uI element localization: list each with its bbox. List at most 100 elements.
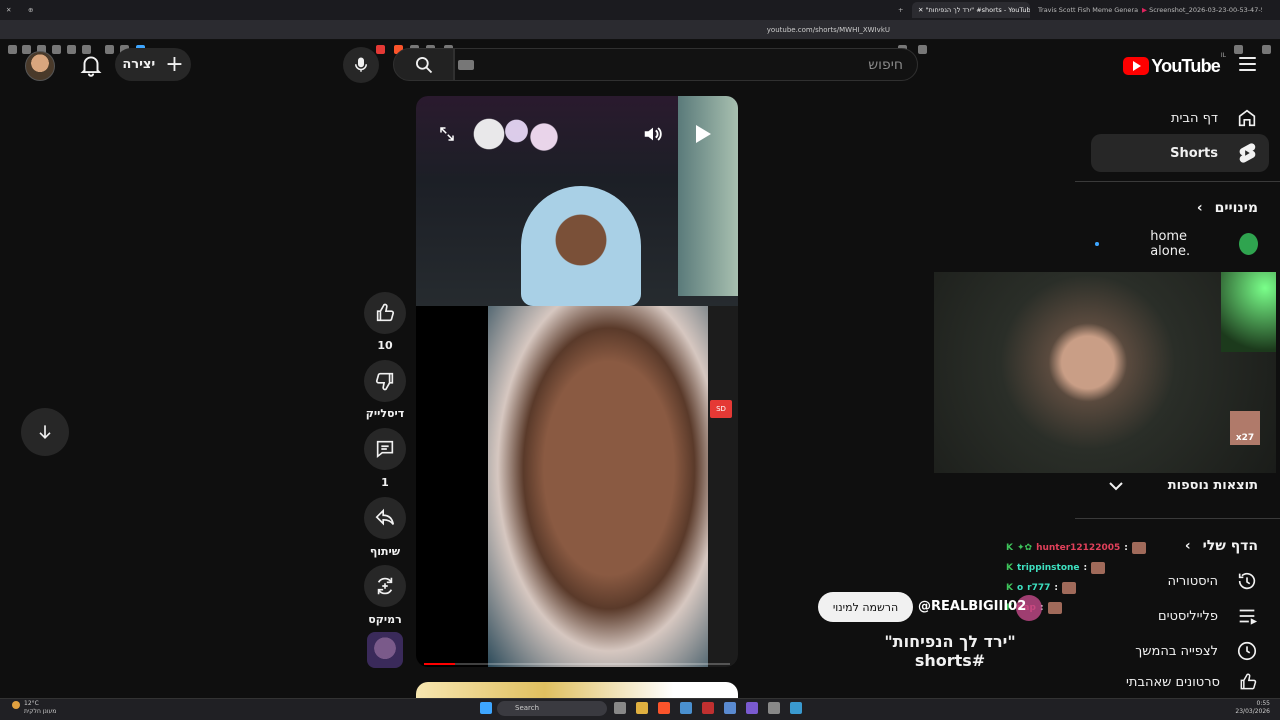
tab-screenshot[interactable]: ▶ Screenshot_2026-03-23-00-53-47-5 bbox=[1142, 2, 1262, 18]
volume-icon[interactable] bbox=[640, 121, 666, 147]
you-heading[interactable]: ‹ הדף שלי bbox=[1185, 538, 1258, 554]
reload-icon[interactable] bbox=[1234, 45, 1243, 54]
sidebar-item-label: Shorts bbox=[1170, 145, 1218, 161]
close-window-icon[interactable]: ✕ bbox=[6, 2, 16, 18]
taskbar-search[interactable]: Search bbox=[497, 701, 607, 716]
chat-username: trippinstone bbox=[1016, 563, 1080, 573]
tab-meme-generator[interactable]: Travis Scott Fish Meme Generator - I bbox=[1038, 2, 1138, 18]
profile-icon[interactable] bbox=[1262, 45, 1271, 54]
sidebar-item-liked-videos[interactable]: סרטונים שאהבתי bbox=[1095, 667, 1280, 697]
kick-icon: K bbox=[1006, 583, 1013, 593]
account-avatar[interactable] bbox=[25, 51, 55, 81]
settings-icon[interactable] bbox=[768, 702, 780, 714]
remix-button[interactable] bbox=[364, 565, 406, 607]
sound-thumbnail[interactable] bbox=[367, 632, 403, 668]
record-badge: SD bbox=[710, 400, 732, 418]
more-results-toggle[interactable]: תוצאות נוספות bbox=[1109, 478, 1258, 493]
task-view-icon[interactable] bbox=[614, 702, 626, 714]
channel-name[interactable]: @REALBIGIII02 bbox=[918, 599, 1026, 614]
tab-close-icon[interactable]: ✕ bbox=[918, 6, 926, 14]
wallet-icon[interactable] bbox=[105, 45, 114, 54]
start-menu-icon[interactable] bbox=[480, 702, 492, 714]
search-icon bbox=[415, 56, 432, 73]
file-explorer-icon[interactable] bbox=[636, 702, 648, 714]
app-icon[interactable] bbox=[724, 702, 736, 714]
clock-date: 23/03/2026 bbox=[1235, 708, 1270, 715]
clock-icon bbox=[1237, 641, 1257, 661]
sidebar-item-shorts[interactable]: Shorts bbox=[1091, 134, 1269, 172]
sidebar-item-label: לצפייה בהמשך bbox=[1135, 643, 1218, 659]
subscription-item[interactable]: home alone. bbox=[1095, 225, 1280, 263]
clock-time: 0:55 bbox=[1256, 700, 1270, 707]
dislike-button[interactable] bbox=[364, 360, 406, 402]
weather-widget[interactable]: 12°C מעונן חלקית bbox=[10, 700, 56, 716]
url-field[interactable]: youtube.com/shorts/MWHI_XWIvkU bbox=[640, 24, 890, 36]
sidebar-toggle-icon[interactable] bbox=[8, 45, 17, 54]
create-label: יצירה bbox=[122, 57, 156, 72]
tab-title: "ירד לך הנפיחות" #shorts - YouTube bbox=[925, 6, 1030, 14]
sidebar-item-home[interactable]: דף הבית bbox=[1095, 99, 1280, 137]
comment-count: 1 bbox=[381, 476, 389, 489]
reader-icon[interactable] bbox=[67, 45, 76, 54]
system-clock[interactable]: 0:55 23/03/2026 bbox=[1235, 700, 1270, 716]
app-icon[interactable] bbox=[702, 702, 714, 714]
tab-youtube-short[interactable]: ✕ "ירד לך הנפיחות" #shorts - YouTube bbox=[912, 2, 1030, 18]
comments-button[interactable] bbox=[364, 428, 406, 470]
shield-icon[interactable] bbox=[22, 45, 31, 54]
video-title: "ירד לך הנפיחות" #shorts bbox=[884, 632, 1016, 670]
video-progress-bar[interactable] bbox=[424, 663, 730, 665]
search-placeholder: חיפוש bbox=[868, 57, 903, 73]
dislike-label: דיסלייק bbox=[365, 407, 405, 420]
keyboard-icon[interactable] bbox=[458, 60, 474, 70]
video-side-toolbar bbox=[708, 306, 738, 667]
youtube-logo[interactable]: YouTube IL bbox=[1123, 52, 1226, 78]
chevron-left-icon: ‹ bbox=[1184, 538, 1191, 554]
streamer-webcam-overlay: x27 bbox=[934, 272, 1276, 473]
more-results-label: תוצאות נוספות bbox=[1167, 478, 1258, 493]
brave-rewards-icon[interactable] bbox=[376, 45, 385, 54]
shorts-icon bbox=[1239, 143, 1256, 163]
create-button[interactable]: יצירה + bbox=[115, 48, 191, 81]
sidebar-item-playlists[interactable]: פלייליסטים bbox=[1095, 597, 1280, 635]
brave-browser-icon[interactable] bbox=[658, 702, 670, 714]
bookmark-icon[interactable] bbox=[52, 45, 61, 54]
plus-icon: + bbox=[165, 51, 184, 77]
search-button[interactable] bbox=[393, 48, 454, 81]
fullscreen-icon[interactable] bbox=[434, 121, 460, 147]
subscriptions-heading[interactable]: ‹ מינויים bbox=[1197, 200, 1258, 216]
next-video-button[interactable] bbox=[21, 408, 69, 456]
app-icon[interactable] bbox=[790, 702, 802, 714]
arrow-down-icon bbox=[39, 425, 51, 440]
share-button[interactable] bbox=[364, 497, 406, 539]
sidebar-item-watch-later[interactable]: לצפייה בהמשך bbox=[1095, 632, 1280, 670]
voice-search-button[interactable] bbox=[343, 47, 379, 83]
kick-icon: K bbox=[1006, 543, 1013, 553]
webcam-background-light bbox=[1221, 272, 1276, 352]
play-icon[interactable] bbox=[690, 121, 716, 147]
tab-title: Travis Scott Fish Meme Generator - I bbox=[1038, 6, 1138, 14]
notifications-bell-icon[interactable] bbox=[78, 52, 104, 78]
discord-icon[interactable] bbox=[746, 702, 758, 714]
search-input[interactable]: חיפוש bbox=[454, 48, 918, 81]
sidebar-divider bbox=[1075, 518, 1280, 519]
window-menu-icon[interactable]: ⊕ bbox=[28, 2, 38, 18]
sidebar-item-label: פלייליסטים bbox=[1157, 608, 1218, 624]
home-icon bbox=[1238, 109, 1256, 127]
emote-icon bbox=[1091, 562, 1106, 574]
taskbar-search-label: Search bbox=[515, 704, 540, 712]
shorts-video-player[interactable]: SD bbox=[416, 96, 738, 667]
menu-icon[interactable] bbox=[1239, 57, 1256, 71]
emote-icon bbox=[1062, 582, 1077, 594]
bookmark-page-icon[interactable] bbox=[918, 45, 927, 54]
like-button[interactable] bbox=[364, 292, 406, 334]
app-icon[interactable] bbox=[680, 702, 692, 714]
chevron-left-icon: ‹ bbox=[1196, 200, 1203, 216]
subscribe-button[interactable]: הרשמה למינוי bbox=[818, 592, 913, 622]
video-progress-fill bbox=[424, 663, 455, 665]
sidebar-item-history[interactable]: היסטוריה bbox=[1095, 562, 1280, 600]
like-icon bbox=[1240, 673, 1257, 690]
new-tab-icon[interactable]: + bbox=[898, 2, 908, 18]
new-content-dot bbox=[1095, 242, 1099, 246]
subscriptions-title: מינויים bbox=[1214, 200, 1258, 216]
share-icon bbox=[375, 508, 395, 526]
